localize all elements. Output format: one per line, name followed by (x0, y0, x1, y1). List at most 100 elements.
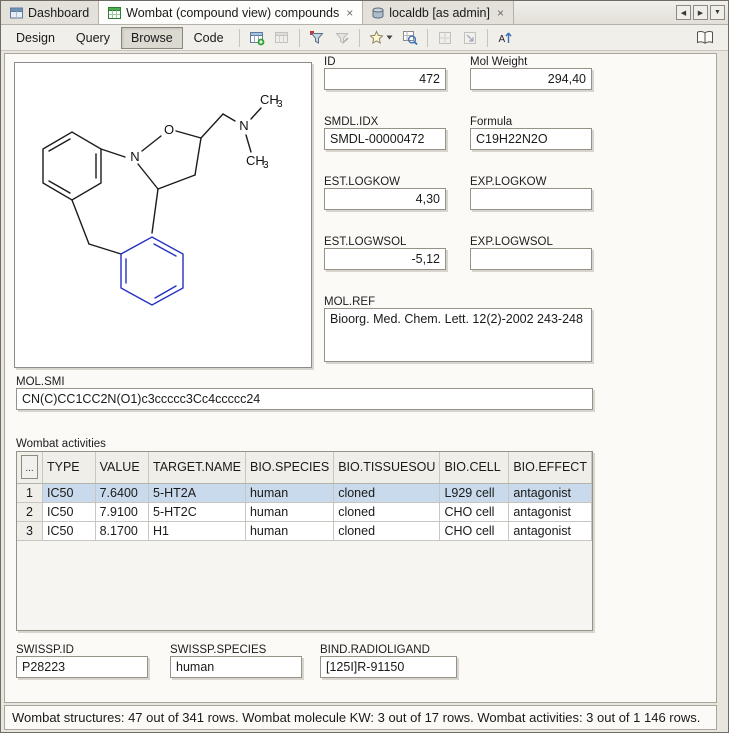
row-header[interactable]: 2 (17, 502, 43, 521)
sort-button[interactable]: A (493, 27, 517, 49)
cell-target-name[interactable]: 5-HT2A (149, 483, 246, 502)
formula-field[interactable]: C19H22N2O (470, 128, 592, 150)
exp-logkow-field[interactable] (470, 188, 592, 210)
status-bar: Wombat structures: 47 out of 341 rows. W… (4, 705, 717, 730)
find-in-grid-button[interactable] (398, 27, 422, 49)
filter-button[interactable] (305, 27, 329, 49)
tab-localdb[interactable]: localdb [as admin] × (363, 1, 514, 24)
cell-value[interactable]: 8.1700 (95, 521, 148, 540)
cell-bio-tissuesource[interactable]: cloned (334, 502, 440, 521)
swissp-id-field[interactable]: P28223 (16, 656, 148, 678)
column-header-type[interactable]: TYPE (43, 452, 96, 483)
grid-icon (437, 30, 453, 46)
cell-value[interactable]: 7.6400 (95, 483, 148, 502)
smdl-idx-field[interactable]: SMDL-00000472 (324, 128, 446, 150)
mol-ref-label: MOL.REF (324, 296, 375, 308)
cell-bio-tissuesource[interactable]: cloned (334, 483, 440, 502)
cell-bio-tissuesource[interactable]: cloned (334, 521, 440, 540)
cell-type[interactable]: IC50 (43, 521, 96, 540)
grid-tool-button[interactable] (433, 27, 457, 49)
column-header-bio-tissuesource[interactable]: BIO.TISSUESOU (334, 452, 440, 483)
cell-type[interactable]: IC50 (43, 502, 96, 521)
table-header-row: ... TYPE VALUE TARGET.NAME BIO.SPECIES B… (17, 452, 592, 483)
exp-logkow-label: EXP.LOGKOW (470, 176, 546, 188)
book-icon (696, 30, 714, 45)
tab-label: Dashboard (28, 6, 89, 20)
tab-wombat-compounds[interactable]: Wombat (compound view) compounds × (99, 1, 363, 24)
ch3-label: CH (260, 92, 279, 107)
tab-scroll-right-button[interactable]: ▶ (693, 5, 708, 20)
cell-bio-species[interactable]: human (245, 521, 333, 540)
status-text: Wombat structures: 47 out of 341 rows. W… (12, 710, 700, 725)
tab-dashboard[interactable]: Dashboard (1, 1, 99, 24)
filter-edit-button[interactable] (330, 27, 354, 49)
structure-viewer[interactable]: N O N CH 3 CH 3 (14, 62, 312, 368)
tab-scroll-left-button[interactable]: ◀ (676, 5, 691, 20)
table-row[interactable]: 3 IC50 8.1700 H1 human cloned CHO cell a… (17, 521, 592, 540)
grid-view-button[interactable] (270, 27, 294, 49)
swissp-species-label: SWISSP.SPECIES (170, 644, 266, 656)
row-header[interactable]: 1 (17, 483, 43, 502)
activities-title: Wombat activities (16, 438, 106, 450)
cell-bio-cell[interactable]: CHO cell (440, 521, 509, 540)
query-mode-button[interactable]: Query (66, 27, 120, 49)
column-header-target-name[interactable]: TARGET.NAME (149, 452, 246, 483)
help-book-button[interactable] (693, 27, 717, 49)
cell-type[interactable]: IC50 (43, 483, 96, 502)
mol-ref-field[interactable]: Bioorg. Med. Chem. Lett. 12(2)-2002 243-… (324, 308, 592, 362)
table-icon (274, 30, 290, 46)
toolbar-separator (299, 29, 300, 47)
ch3-subscript: 3 (277, 99, 283, 110)
app-window: Dashboard Wombat (compound view) compoun… (0, 0, 729, 733)
cell-target-name[interactable]: H1 (149, 521, 246, 540)
est-logkow-field[interactable]: 4,30 (324, 188, 446, 210)
n-atom-label: N (130, 149, 139, 164)
activities-table: ... TYPE VALUE TARGET.NAME BIO.SPECIES B… (16, 451, 593, 631)
new-grid-view-button[interactable] (245, 27, 269, 49)
cell-bio-effect[interactable]: antagonist (509, 521, 592, 540)
exp-logwsol-field[interactable] (470, 248, 592, 270)
design-mode-button[interactable]: Design (6, 27, 65, 49)
export-button[interactable] (458, 27, 482, 49)
bind-radioligand-field[interactable]: [125I]R-91150 (320, 656, 457, 678)
code-mode-button[interactable]: Code (184, 27, 234, 49)
browse-mode-button[interactable]: Browse (121, 27, 183, 49)
tab-list-button[interactable]: ▼ (710, 5, 725, 20)
cell-bio-cell[interactable]: L929 cell (440, 483, 509, 502)
grid-search-icon (402, 30, 418, 46)
swissp-species-field[interactable]: human (170, 656, 302, 678)
cell-bio-species[interactable]: human (245, 483, 333, 502)
cell-value[interactable]: 7.9100 (95, 502, 148, 521)
est-logkow-label: EST.LOGKOW (324, 176, 400, 188)
est-logwsol-label: EST.LOGWSOL (324, 236, 406, 248)
favorites-button[interactable] (365, 27, 397, 49)
database-icon (372, 7, 384, 19)
smdl-idx-label: SMDL.IDX (324, 116, 378, 128)
cell-target-name[interactable]: 5-HT2C (149, 502, 246, 521)
mol-smi-field[interactable]: CN(C)CC1CC2N(O1)c3ccccc3Cc4ccccc24 (16, 388, 593, 410)
o-atom-label: O (164, 122, 174, 137)
toolbar-separator (239, 29, 240, 47)
cell-bio-cell[interactable]: CHO cell (440, 502, 509, 521)
cell-bio-species[interactable]: human (245, 502, 333, 521)
toolbar-separator (359, 29, 360, 47)
close-icon[interactable]: × (344, 8, 353, 18)
row-header[interactable]: 3 (17, 521, 43, 540)
column-header-value[interactable]: VALUE (95, 452, 148, 483)
cell-bio-effect[interactable]: antagonist (509, 483, 592, 502)
column-header-bio-species[interactable]: BIO.SPECIES (245, 452, 333, 483)
column-header-bio-cell[interactable]: BIO.CELL (440, 452, 509, 483)
cell-bio-effect[interactable]: antagonist (509, 502, 592, 521)
ch3-label: CH (246, 153, 265, 168)
column-header-bio-effect[interactable]: BIO.EFFECT (509, 452, 592, 483)
formula-label: Formula (470, 116, 512, 128)
table-row[interactable]: 2 IC50 7.9100 5-HT2C human cloned CHO ce… (17, 502, 592, 521)
table-corner-button[interactable]: ... (21, 455, 38, 479)
close-icon[interactable]: × (495, 8, 504, 18)
est-logwsol-field[interactable]: -5,12 (324, 248, 446, 270)
tab-label: Wombat (compound view) compounds (126, 6, 339, 20)
id-field[interactable]: 472 (324, 68, 446, 90)
table-row[interactable]: 1 IC50 7.6400 5-HT2A human cloned L929 c… (17, 483, 592, 502)
dashboard-icon (10, 7, 23, 19)
mol-weight-field[interactable]: 294,40 (470, 68, 592, 90)
